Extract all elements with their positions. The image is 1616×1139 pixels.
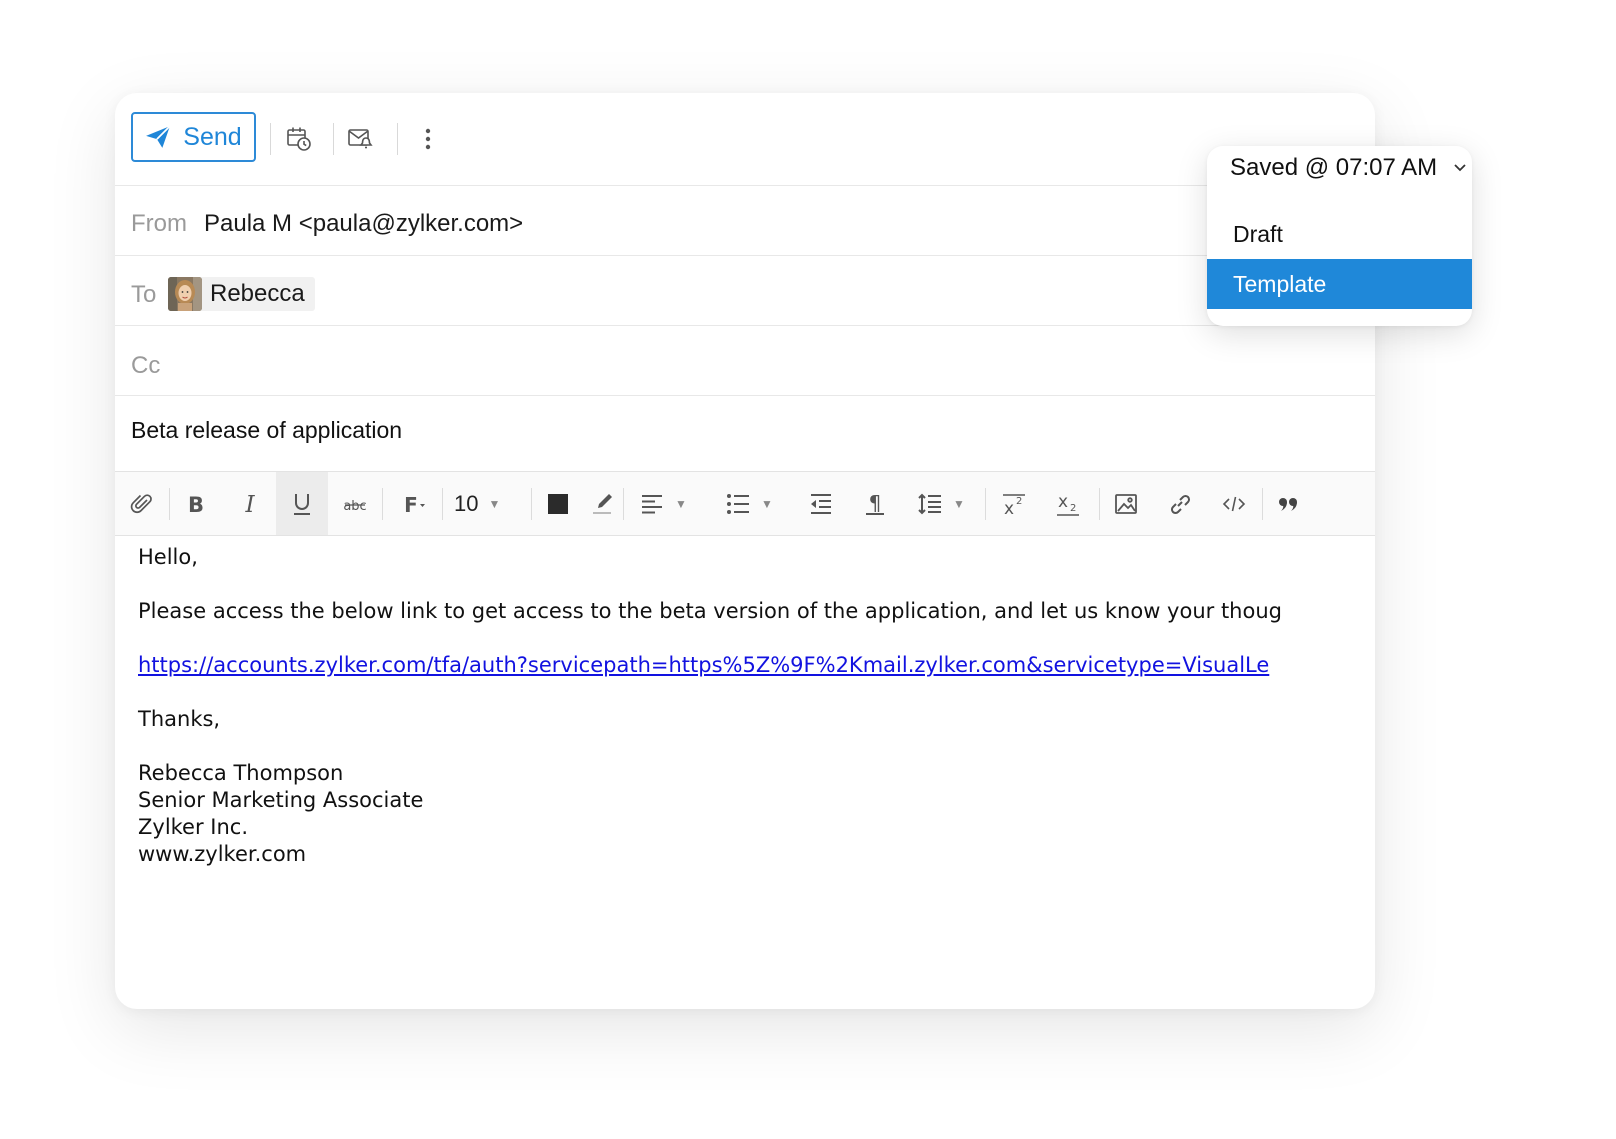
signature-company: Zylker Inc.	[138, 815, 249, 839]
italic-icon[interactable]: I	[227, 472, 273, 535]
text-color-icon[interactable]	[535, 472, 581, 535]
signature-title: Senior Marketing Associate	[138, 788, 424, 812]
send-icon	[146, 125, 171, 148]
thanks-text: Thanks,	[138, 707, 221, 731]
from-label: From	[131, 210, 187, 237]
save-as-draft-option[interactable]: Draft	[1207, 209, 1472, 259]
subscript-icon[interactable]: x2	[1043, 472, 1093, 535]
toolbar-divider	[169, 488, 170, 520]
save-status-text: Saved @ 07:07 AM	[1230, 154, 1438, 181]
svg-text:x: x	[1058, 492, 1068, 512]
save-status-toggle[interactable]: Saved @ 07:07 AM	[1230, 154, 1467, 182]
send-later-icon[interactable]	[281, 121, 317, 157]
svg-text:¶: ¶	[869, 491, 882, 515]
subject-row: Beta release of application	[115, 395, 1375, 472]
outdent-icon[interactable]	[798, 472, 844, 535]
superscript-icon[interactable]: x2	[989, 472, 1039, 535]
to-label: To	[131, 281, 157, 308]
svg-text:2: 2	[1016, 496, 1022, 507]
toolbar-divider	[1262, 488, 1263, 520]
image-icon[interactable]	[1103, 472, 1149, 535]
template-label: Template	[1233, 270, 1327, 297]
subject-field[interactable]: Beta release of application	[131, 417, 402, 444]
signature-name: Rebecca Thompson	[138, 761, 344, 785]
svg-text:B: B	[188, 493, 204, 517]
to-row: To Rebecca	[115, 255, 1375, 326]
compose-toolbar: Send	[115, 93, 1375, 185]
code-icon[interactable]	[1211, 472, 1257, 535]
toolbar-divider	[397, 123, 398, 155]
from-row: From Paula M <paula@zylker.com>	[115, 185, 1375, 256]
svg-text:abc: abc	[343, 499, 366, 514]
recipient-chip[interactable]: Rebecca	[168, 277, 315, 311]
strikethrough-icon[interactable]: abc	[332, 472, 378, 535]
chevron-down-icon: ▼	[761, 496, 773, 511]
recipient-name: Rebecca	[210, 280, 305, 307]
greeting-text: Hello,	[138, 545, 198, 569]
save-as-template-option[interactable]: Template	[1207, 259, 1472, 309]
chevron-down-icon: ▼	[953, 496, 965, 511]
bullet-list-icon[interactable]: ▼	[713, 472, 785, 535]
svg-text:2: 2	[1070, 503, 1076, 514]
svg-text:F: F	[404, 493, 418, 517]
chevron-down-icon: ▼	[488, 496, 501, 511]
body-paragraph: Please access the below link to get acce…	[138, 599, 1282, 623]
toolbar-divider	[382, 488, 383, 520]
draft-label: Draft	[1233, 220, 1283, 247]
save-status-dropdown: Saved @ 07:07 AM Draft Template	[1207, 146, 1472, 326]
quote-icon[interactable]	[1265, 472, 1311, 535]
cc-row[interactable]: Cc	[115, 325, 1375, 396]
align-icon[interactable]: ▼	[627, 472, 699, 535]
toolbar-divider	[442, 488, 443, 520]
toolbar-divider	[1099, 488, 1100, 520]
svg-text:I: I	[244, 492, 255, 517]
paragraph-icon[interactable]: ¶	[852, 472, 898, 535]
avatar	[168, 277, 202, 311]
chevron-down-icon: ▼	[675, 496, 687, 511]
toolbar-divider	[333, 123, 334, 155]
toolbar-divider	[985, 488, 986, 520]
bold-icon[interactable]: B	[173, 472, 219, 535]
cc-label: Cc	[131, 352, 161, 379]
beta-link[interactable]: https://accounts.zylker.com/tfa/auth?ser…	[138, 653, 1269, 677]
chevron-down-icon	[1454, 164, 1466, 172]
more-options-icon[interactable]	[410, 121, 446, 157]
link-icon[interactable]	[1157, 472, 1203, 535]
svg-text:x: x	[1004, 499, 1014, 517]
font-family-icon[interactable]: F	[390, 472, 438, 535]
font-size-select[interactable]: 10 ▼	[448, 472, 518, 535]
attach-icon[interactable]	[119, 472, 165, 535]
line-height-icon[interactable]: ▼	[905, 472, 977, 535]
font-size-value: 10	[454, 490, 479, 516]
format-toolbar: B I abc F 10 ▼ ▼ ▼ ¶ ▼ x 2 x 2	[115, 471, 1375, 536]
send-button[interactable]: Send	[131, 112, 256, 162]
signature-website: www.zylker.com	[138, 842, 307, 866]
highlight-icon[interactable]	[581, 472, 623, 535]
toolbar-divider	[531, 488, 532, 520]
toolbar-divider	[270, 123, 271, 155]
underline-icon[interactable]	[276, 472, 328, 535]
compose-window: Send From Paula M <paula@zylker.com> To	[115, 93, 1375, 1009]
send-label: Send	[183, 122, 242, 151]
reminder-icon[interactable]	[343, 121, 379, 157]
toolbar-divider	[623, 488, 624, 520]
from-field[interactable]: Paula M <paula@zylker.com>	[204, 210, 523, 238]
